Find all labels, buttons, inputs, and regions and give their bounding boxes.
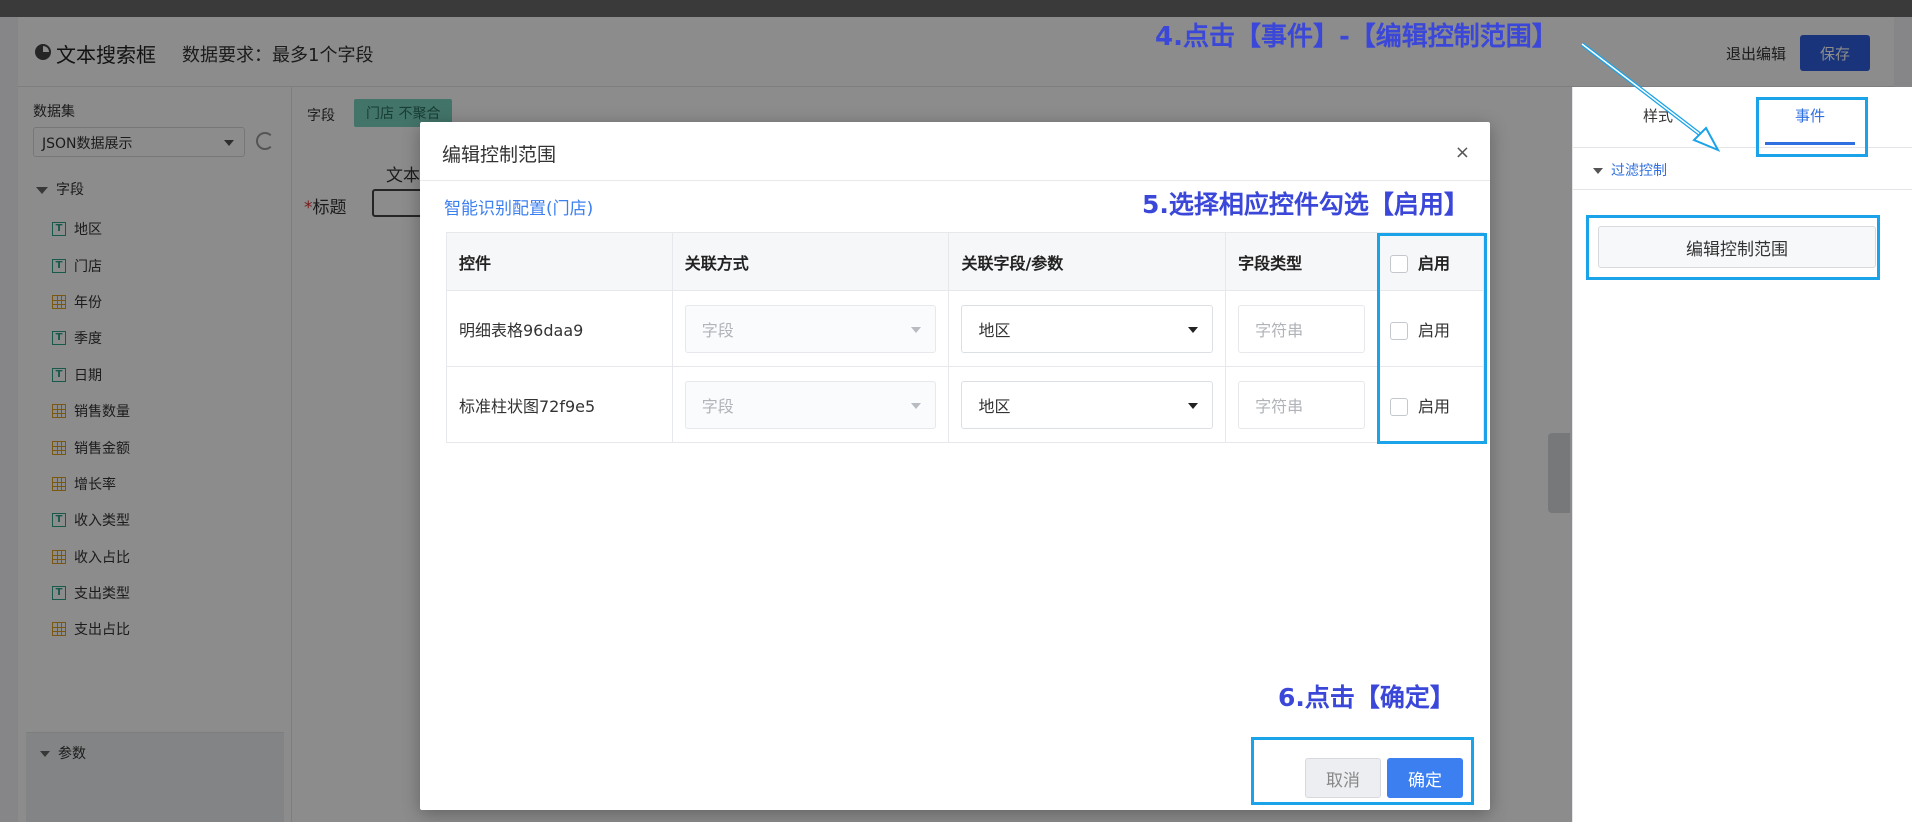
filter-control-label: 过滤控制: [1611, 163, 1667, 179]
section-divider: [1573, 189, 1912, 190]
close-icon[interactable]: ×: [1455, 142, 1470, 163]
relation-placeholder: 字段: [701, 396, 734, 416]
table-header-row: 控件 关联方式 关联字段/参数 字段类型 启用: [446, 232, 1485, 291]
relation-cell: 字段: [671, 290, 950, 367]
annotation-step5: 5.选择相应控件勾选【启用】: [1142, 190, 1469, 219]
relation-select: 字段: [684, 304, 937, 353]
table-row: 标准柱状图72f9e5 字段 地区 字符串 启用: [446, 366, 1485, 443]
annotation-arrow: [1580, 42, 1721, 153]
column-header-field-type: 字段类型: [1225, 232, 1378, 291]
field-type-cell: 字符串: [1225, 290, 1378, 367]
relation-cell: 字段: [671, 366, 950, 443]
highlight-box-enable-column: [1377, 233, 1487, 444]
annotation-step6: 6.点击【确定】: [1278, 683, 1455, 712]
annotation-step4: 4.点击【事件】-【编辑控制范围】: [1155, 22, 1558, 52]
highlight-box-edit-range-button: [1586, 215, 1880, 280]
field-value: 地区: [978, 396, 1011, 416]
control-table: 控件 关联方式 关联字段/参数 字段类型 启用 明细表格96daa9 字段 地区…: [446, 232, 1485, 443]
right-panel: 样式 事件 过滤控制 编辑控制范围: [1572, 87, 1912, 822]
relation-placeholder: 字段: [701, 320, 734, 340]
field-select[interactable]: 地区: [961, 380, 1214, 429]
column-header-field: 关联字段/参数: [948, 232, 1227, 291]
chevron-down-icon: [1188, 402, 1199, 409]
arrow-shaft-highlight: [1581, 43, 1711, 143]
field-value: 地区: [978, 320, 1011, 340]
control-name: 标准柱状图72f9e5: [446, 366, 673, 443]
column-header-relation: 关联方式: [671, 232, 950, 291]
field-type-input: 字符串: [1238, 380, 1365, 429]
column-header-control: 控件: [446, 232, 673, 291]
dialog-header-divider: [420, 180, 1490, 181]
collapse-triangle-icon: [1593, 168, 1603, 174]
field-type-input: 字符串: [1238, 304, 1365, 353]
filter-control-section[interactable]: 过滤控制: [1593, 160, 1667, 180]
dialog-title: 编辑控制范围: [442, 144, 557, 166]
table-row: 明细表格96daa9 字段 地区 字符串 启用: [446, 290, 1485, 367]
field-cell: 地区: [948, 290, 1227, 367]
field-cell: 地区: [948, 366, 1227, 443]
field-select[interactable]: 地区: [961, 304, 1214, 353]
chevron-down-icon: [1188, 326, 1199, 333]
control-name: 明细表格96daa9: [446, 290, 673, 367]
smart-config-link[interactable]: 智能识别配置(门店): [444, 194, 593, 219]
screen-top-edge: [0, 0, 1912, 17]
chevron-down-icon: [911, 326, 922, 333]
highlight-box-event-tab: [1756, 97, 1868, 157]
chevron-down-icon: [911, 402, 922, 409]
highlight-box-confirm: [1251, 737, 1474, 805]
field-type-cell: 字符串: [1225, 366, 1378, 443]
relation-select: 字段: [684, 380, 937, 429]
